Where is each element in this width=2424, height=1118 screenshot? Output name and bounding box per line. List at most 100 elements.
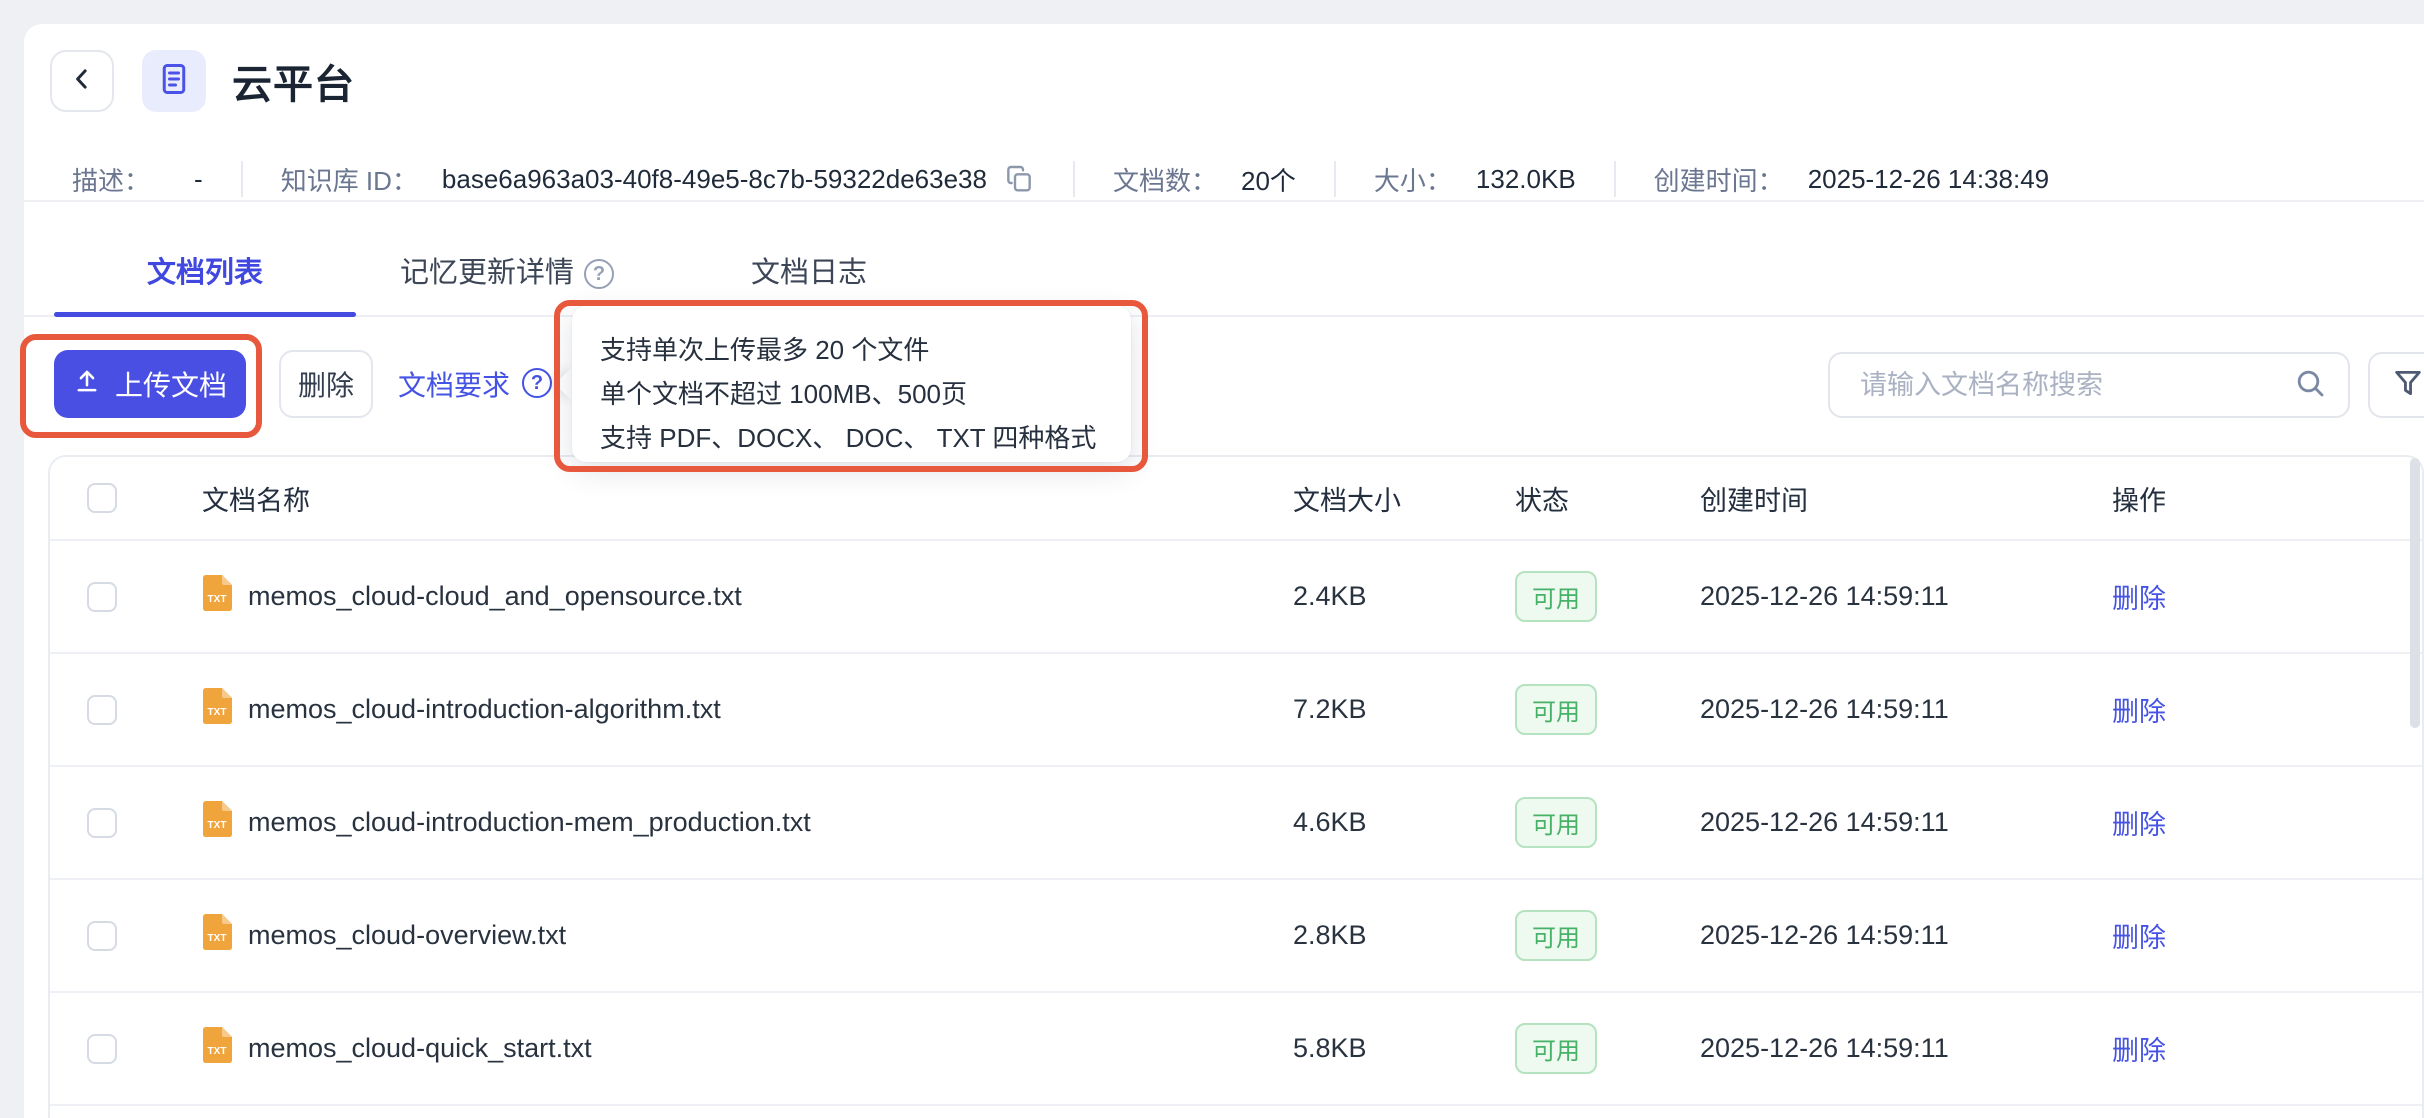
svg-text:TXT: TXT [208,933,227,944]
document-icon [156,61,192,102]
help-icon[interactable] [584,259,614,289]
delete-button[interactable]: 删除 [279,350,373,418]
document-requirements-label: 文档要求 [398,364,510,404]
doc-count-value: 20个 [1241,161,1296,198]
knowledge-base-page: { "header": { "title": "云平台", "info": { … [0,0,2424,1118]
row-checkbox[interactable] [87,695,117,725]
divider [1334,161,1336,197]
divider [1614,161,1616,197]
row-delete-link[interactable]: 删除 [2112,697,2166,727]
doc-size: 5.8KB [1245,1033,1467,1064]
knowledge-base-icon-tile [142,50,206,112]
row-delete-link[interactable]: 删除 [2112,1036,2166,1066]
doc-size: 7.2KB [1245,694,1467,725]
back-button[interactable] [50,50,114,112]
status-badge: 可用 [1515,571,1597,622]
upload-button-label: 上传文档 [115,364,227,404]
svg-text:TXT: TXT [208,594,227,605]
doc-size: 2.8KB [1245,920,1467,951]
doc-created: 2025-12-26 14:59:11 [1650,581,2062,612]
size-value: 132.0KB [1476,164,1576,195]
status-badge: 可用 [1515,684,1597,735]
table-scrollbar-thumb[interactable] [2410,458,2420,728]
doc-name: memos_cloud-introduction-algorithm.txt [248,694,721,725]
toolbar: 上传文档 删除 文档要求 [24,317,2424,449]
txt-file-icon: TXT [202,688,232,731]
row-delete-link[interactable]: 删除 [2112,584,2166,614]
doc-name: memos_cloud-overview.txt [248,920,566,951]
upload-document-button[interactable]: 上传文档 [54,350,246,418]
divider [1073,161,1075,197]
doc-name: memos_cloud-quick_start.txt [248,1033,592,1064]
created-value: 2025-12-26 14:38:49 [1808,164,2049,195]
search-icon[interactable] [2292,365,2328,406]
chevron-left-icon [67,64,97,99]
search-input[interactable] [1860,370,2292,401]
row-checkbox[interactable] [87,808,117,838]
table-header-row: 文档名称 文档大小 状态 创建时间 操作 [50,457,2422,541]
table-row: TXT memos_cloud-cloud_and_opensource.txt… [50,541,2422,654]
help-icon-blue [522,368,552,398]
header-doc-size: 文档大小 [1245,479,1467,518]
tooltip-line: 支持单次上传最多 20 个文件 [600,328,1131,372]
row-checkbox[interactable] [87,582,117,612]
txt-file-icon: TXT [202,914,232,957]
filter-button[interactable] [2368,352,2424,418]
doc-size: 4.6KB [1245,807,1467,838]
header-status: 状态 [1467,479,1650,518]
table-row: TXT memos_cloud-introduction-algorithm.t… [50,654,2422,767]
table-row: TXT memos_cloud-quick_start.txt 5.8KB 可用… [50,993,2422,1106]
main-panel: 云平台 描述： - 知识库 ID： base6a963a03-40f8-49e5… [24,24,2424,1118]
tab-bar: 文档列表 记忆更新详情 文档日志 [24,203,2424,317]
copy-icon[interactable] [1003,163,1035,195]
tooltip-line: 单个文档不超过 100MB、500页 [600,372,1131,416]
header-doc-name: 文档名称 [172,479,1245,518]
tab-label: 记忆更新详情 [400,249,574,291]
kb-id-value: base6a963a03-40f8-49e5-8c7b-59322de63e38 [442,164,987,195]
divider [241,161,243,197]
page-title: 云平台 [232,52,355,110]
tab-memory-update-details[interactable]: 记忆更新详情 [356,203,658,315]
desc-value: - [194,164,203,195]
row-checkbox[interactable] [87,1034,117,1064]
document-table: 文档名称 文档大小 状态 创建时间 操作 TXT memos_cloud-clo… [48,455,2424,1118]
row-checkbox[interactable] [87,921,117,951]
svg-text:TXT: TXT [208,707,227,718]
table-row: TXT memos_cloud-overview.txt 2.8KB 可用 20… [50,880,2422,993]
tab-document-list[interactable]: 文档列表 [54,203,356,315]
doc-created: 2025-12-26 14:59:11 [1650,694,2062,725]
upload-icon [73,367,101,402]
status-badge: 可用 [1515,797,1597,848]
select-all-checkbox[interactable] [87,483,117,513]
upload-requirements-tooltip: 支持单次上传最多 20 个文件 单个文档不超过 100MB、500页 支持 PD… [572,306,1131,462]
funnel-icon [2391,366,2424,405]
doc-name: memos_cloud-cloud_and_opensource.txt [248,581,742,612]
table-row: TXT memos_cloud-introduction-mem_product… [50,767,2422,880]
delete-button-label: 删除 [298,364,354,404]
desc-label: 描述： [72,161,150,198]
kb-info-row: 描述： - 知识库 ID： base6a963a03-40f8-49e5-8c7… [72,159,2049,199]
doc-name: memos_cloud-introduction-mem_production.… [248,807,811,838]
doc-size: 2.4KB [1245,581,1467,612]
document-requirements-link[interactable]: 文档要求 [398,350,552,418]
tab-document-log[interactable]: 文档日志 [658,203,960,315]
svg-text:TXT: TXT [208,820,227,831]
status-badge: 可用 [1515,910,1597,961]
doc-created: 2025-12-26 14:59:11 [1650,920,2062,951]
txt-file-icon: TXT [202,801,232,844]
header-created-time: 创建时间 [1650,479,2062,518]
kb-id-label: 知识库 ID： [281,161,418,198]
row-delete-link[interactable]: 删除 [2112,923,2166,953]
txt-file-icon: TXT [202,575,232,618]
panel-header: 云平台 描述： - 知识库 ID： base6a963a03-40f8-49e5… [24,24,2424,202]
size-label: 大小： [1374,161,1452,198]
search-box [1828,352,2350,418]
created-label: 创建时间： [1654,161,1784,198]
header-action: 操作 [2062,479,2422,518]
tab-label: 文档列表 [147,249,263,291]
row-delete-link[interactable]: 删除 [2112,810,2166,840]
txt-file-icon: TXT [202,1027,232,1070]
doc-created: 2025-12-26 14:59:11 [1650,807,2062,838]
status-badge: 可用 [1515,1023,1597,1074]
tooltip-line: 支持 PDF、DOCX、 DOC、 TXT 四种格式 [600,416,1131,460]
